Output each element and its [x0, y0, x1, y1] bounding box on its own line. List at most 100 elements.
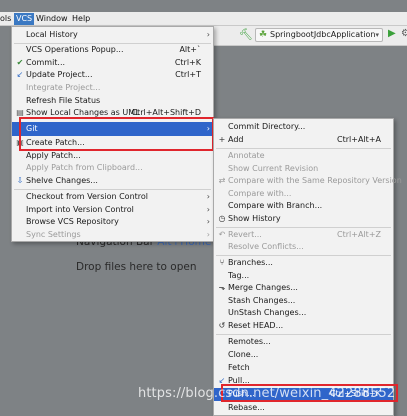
menu-item-annotate: Annotate	[214, 150, 393, 162]
menu-item-label: Sync Settings	[26, 230, 81, 239]
history-icon: ◷	[218, 214, 226, 223]
menu-item-label: Branches...	[228, 258, 273, 267]
menu-item-integrate-project: Integrate Project...	[12, 82, 213, 94]
menu-item-shortcut: Ctrl+T	[175, 70, 201, 79]
menu-separator	[216, 148, 391, 149]
watermark-url: https://blog.csdn.net/weixin_42288552	[138, 386, 396, 401]
menu-vcs[interactable]: VCS	[14, 13, 35, 25]
annotation-highlight-git	[19, 117, 214, 151]
menu-item-add[interactable]: + Add Ctrl+Alt+A	[214, 134, 393, 146]
menu-item-shortcut: Ctrl+K	[174, 58, 201, 67]
menu-item-branches[interactable]: ⑂ Branches...	[214, 257, 393, 269]
menu-item-label: Revert...	[228, 230, 262, 239]
menu-item-label: Compare with the Same Repository Version	[228, 176, 402, 185]
menu-item-import-into-vcs[interactable]: Import into Version Control ›	[12, 204, 213, 216]
menu-item-reset-head[interactable]: ↺ Reset HEAD...	[214, 320, 393, 332]
menu-item-label: Shelve Changes...	[26, 176, 98, 185]
menu-item-merge-changes[interactable]: ⬎ Merge Changes...	[214, 282, 393, 294]
run-icon[interactable]: ▶	[388, 28, 396, 39]
menu-item-shortcut: Ctrl+Alt+A	[337, 135, 381, 144]
menu-item-clone[interactable]: Clone...	[214, 349, 393, 361]
menu-item-resolve-conflicts: Resolve Conflicts...	[214, 241, 393, 253]
menu-item-shelve-changes[interactable]: ⇩ Shelve Changes...	[12, 175, 213, 187]
menu-separator	[216, 334, 391, 335]
menu-item-label: Fetch	[228, 363, 250, 372]
menu-item-apply-patch[interactable]: Apply Patch...	[12, 150, 213, 162]
menu-item-compare-same-repo: ⇄ Compare with the Same Repository Versi…	[214, 175, 402, 187]
merge-icon: ⬎	[218, 283, 226, 292]
check-icon: ✔	[16, 58, 24, 67]
build-hammer-icon[interactable]: 🔨︎	[239, 28, 253, 41]
menu-tools[interactable]: ols	[0, 14, 11, 24]
spring-leaf-icon: ☘	[259, 30, 268, 40]
menu-item-label: Update Project...	[26, 70, 93, 79]
menu-item-label: Clone...	[228, 350, 259, 359]
shelve-icon: ⇩	[16, 176, 24, 185]
menu-item-commit-directory[interactable]: Commit Directory...	[214, 121, 393, 133]
menu-item-label: Reset HEAD...	[228, 321, 284, 330]
menu-separator	[14, 189, 211, 190]
menu-item-label: UnStash Changes...	[228, 308, 307, 317]
menu-item-browse-vcs-repository[interactable]: Browse VCS Repository ›	[12, 216, 213, 228]
menu-help[interactable]: Help	[72, 14, 90, 24]
menu-item-sync-settings: Sync Settings ›	[12, 229, 213, 241]
menu-item-label: Checkout from Version Control	[26, 192, 149, 201]
menu-item-fetch[interactable]: Fetch	[214, 362, 393, 374]
menu-item-compare-with: Compare with...	[214, 188, 393, 200]
update-arrow-icon: ↙	[16, 70, 24, 79]
menu-item-label: Remotes...	[228, 337, 271, 346]
menu-item-remotes[interactable]: Remotes...	[214, 336, 393, 348]
submenu-arrow-icon: ›	[206, 217, 210, 226]
menu-item-checkout-from-vcs[interactable]: Checkout from Version Control ›	[12, 191, 213, 203]
compare-icon: ⇄	[218, 176, 226, 185]
menu-item-show-current-revision: Show Current Revision	[214, 163, 393, 175]
menu-item-label: Compare with...	[228, 189, 292, 198]
plus-icon: +	[218, 135, 226, 144]
menu-item-label: Commit Directory...	[228, 122, 306, 131]
menu-item-label: Annotate	[228, 151, 265, 160]
menu-item-label: Apply Patch from Clipboard...	[26, 163, 143, 172]
menu-item-shortcut: Alt+`	[179, 45, 201, 54]
menu-item-vcs-operations-popup[interactable]: VCS Operations Popup... Alt+`	[12, 44, 213, 56]
reset-icon: ↺	[218, 321, 226, 330]
menu-item-label: Stash Changes...	[228, 296, 296, 305]
menu-bar: ols VCS Window Help	[0, 12, 407, 26]
menu-item-local-history[interactable]: Local History ›	[12, 29, 213, 41]
menu-item-label: Tag...	[228, 271, 250, 280]
menu-item-label: Local History	[26, 30, 78, 39]
drop-files-hint: Drop files here to open	[76, 261, 197, 273]
menu-separator	[216, 227, 391, 228]
submenu-arrow-icon: ›	[206, 205, 210, 214]
revert-icon: ↶	[218, 230, 226, 239]
menu-item-label: Rebase...	[228, 403, 265, 412]
menu-item-tag[interactable]: Tag...	[214, 270, 393, 282]
menu-item-label: Resolve Conflicts...	[228, 242, 304, 251]
menu-item-label: Apply Patch...	[26, 151, 81, 160]
menu-item-update-project[interactable]: ↙ Update Project... Ctrl+T	[12, 69, 213, 81]
menu-item-label: Refresh File Status	[26, 96, 101, 105]
submenu-arrow-icon: ›	[206, 230, 210, 239]
menu-item-label: Compare with Branch...	[228, 201, 323, 210]
menu-item-label: Add	[228, 135, 244, 144]
menu-item-refresh-file-status[interactable]: Refresh File Status	[12, 95, 213, 107]
chevron-down-icon: ▾	[375, 31, 379, 39]
menu-item-unstash-changes[interactable]: UnStash Changes...	[214, 307, 393, 319]
debug-icon[interactable]: ⚙	[401, 28, 407, 39]
menu-item-label: VCS Operations Popup...	[26, 45, 124, 54]
menu-item-rebase[interactable]: Rebase...	[214, 402, 393, 414]
menu-item-commit[interactable]: ✔ Commit... Ctrl+K	[12, 57, 213, 69]
menu-item-apply-patch-clipboard: Apply Patch from Clipboard...	[12, 162, 213, 174]
menu-item-shortcut: Ctrl+Alt+Z	[337, 230, 381, 239]
run-configuration-label: SpringbootJdbcApplication	[270, 30, 376, 39]
menu-item-compare-with-branch[interactable]: Compare with Branch...	[214, 200, 393, 212]
submenu-arrow-icon: ›	[206, 30, 210, 39]
menu-item-label: Show Current Revision	[228, 164, 319, 173]
menu-item-show-history[interactable]: ◷ Show History	[214, 213, 393, 225]
menu-item-label: Browse VCS Repository	[26, 217, 119, 226]
menu-window[interactable]: Window	[36, 14, 68, 24]
menu-item-stash-changes[interactable]: Stash Changes...	[214, 295, 393, 307]
git-submenu: Commit Directory... + Add Ctrl+Alt+A Ann…	[213, 118, 402, 416]
run-configuration-selector[interactable]: ☘ SpringbootJdbcApplication ▾	[255, 28, 383, 42]
menu-item-label: Integrate Project...	[26, 83, 101, 92]
menu-item-label: Import into Version Control	[26, 205, 134, 214]
